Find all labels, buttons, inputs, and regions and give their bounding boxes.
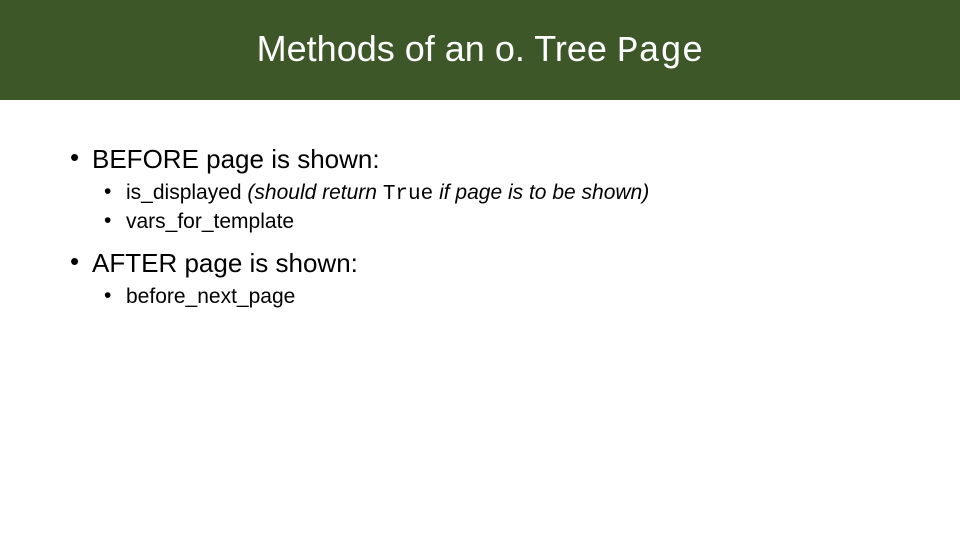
list-item: vars_for_template bbox=[104, 210, 890, 234]
title-code: Page bbox=[617, 31, 703, 72]
method-name: vars_for_template bbox=[126, 210, 294, 233]
method-note: (should return True if page is to be sho… bbox=[242, 181, 650, 204]
slide: Methods of an o. Tree Page BEFORE page i… bbox=[0, 0, 960, 540]
list-item: before_next_page bbox=[104, 285, 890, 309]
slide-title: Methods of an o. Tree Page bbox=[257, 28, 704, 72]
section-heading-before: BEFORE page is shown: bbox=[70, 144, 890, 175]
method-name: before_next_page bbox=[126, 285, 295, 308]
note-code: True bbox=[383, 183, 433, 206]
list-item: is_displayed (should return True if page… bbox=[104, 181, 890, 206]
note-suffix: if page is to be shown) bbox=[433, 181, 649, 204]
section-heading-after: AFTER page is shown: bbox=[70, 248, 890, 279]
method-name: is_displayed bbox=[126, 181, 242, 204]
note-prefix: (should return bbox=[242, 181, 383, 204]
content-area: BEFORE page is shown: is_displayed (shou… bbox=[0, 100, 960, 309]
title-prefix: Methods of an o. Tree bbox=[257, 28, 617, 69]
title-bar: Methods of an o. Tree Page bbox=[0, 0, 960, 100]
